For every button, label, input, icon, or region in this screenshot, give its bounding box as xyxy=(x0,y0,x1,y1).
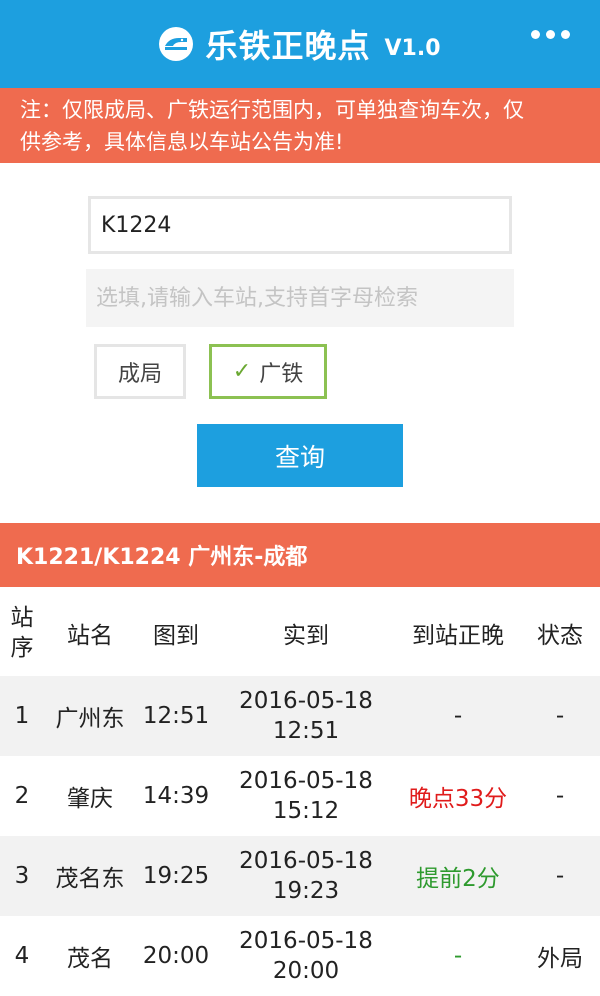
option-guang-checkbox[interactable]: ✓ 广铁 xyxy=(209,344,327,399)
app-title: 乐铁正晚点 xyxy=(205,27,371,65)
row-actual-date: 2016-05-18 xyxy=(239,928,373,954)
row-seq: 2 xyxy=(0,756,44,836)
col-delay: 到站正晚 xyxy=(412,623,504,649)
station-input[interactable] xyxy=(86,269,514,327)
table-row: 3 茂名东 19:25 2016-05-18 19:23 提前2分 - xyxy=(0,836,600,916)
option-guang-label: 广铁 xyxy=(259,361,304,387)
row-status: - xyxy=(520,756,600,836)
station-table: 站 序 站名 图到 实到 到站正晚 状态 1 广州东 12:51 2016-05… xyxy=(0,590,600,996)
row-scheduled: 20:00 xyxy=(136,916,216,996)
row-actual-date: 2016-05-18 xyxy=(239,688,373,714)
row-actual-time: 20:00 xyxy=(272,958,340,984)
row-delay: 晚点33分 xyxy=(396,756,520,836)
app-version: V1.0 xyxy=(384,35,441,61)
row-actual-date: 2016-05-18 xyxy=(239,848,373,874)
row-name: 茂名 xyxy=(44,916,136,996)
result-title: K1221/K1224 广州东-成都 xyxy=(0,523,600,587)
table-header-row: 站 序 站名 图到 实到 到站正晚 状态 xyxy=(0,590,600,676)
table-row: 1 广州东 12:51 2016-05-18 12:51 - - xyxy=(0,676,600,756)
notice-line-1: 注：仅限成局、广铁运行范围内，可单独查询车次，仅 xyxy=(20,98,524,122)
row-actual: 2016-05-18 19:23 xyxy=(216,836,396,916)
row-delay: 提前2分 xyxy=(396,836,520,916)
col-seq-line-1: 站 xyxy=(10,605,34,631)
col-seq: 站 序 xyxy=(0,590,44,676)
row-scheduled: 12:51 xyxy=(136,676,216,756)
brand: 乐铁正晚点 V1.0 xyxy=(159,21,441,67)
notice-banner: 注：仅限成局、广铁运行范围内，可单独查询车次，仅 供参考，具体信息以车站公告为准… xyxy=(0,88,600,163)
query-form: 成局 ✓ 广铁 查询 xyxy=(0,163,600,523)
app-header: 乐铁正晚点 V1.0 xyxy=(0,0,600,88)
row-actual: 2016-05-18 12:51 xyxy=(216,676,396,756)
row-actual: 2016-05-18 20:00 xyxy=(216,916,396,996)
row-status: - xyxy=(520,676,600,756)
more-dots-icon[interactable] xyxy=(531,30,570,39)
row-name: 肇庆 xyxy=(44,756,136,836)
col-seq-line-2: 序 xyxy=(10,635,34,661)
row-actual-time: 15:12 xyxy=(272,798,340,824)
row-actual: 2016-05-18 15:12 xyxy=(216,756,396,836)
col-name: 站名 xyxy=(67,623,113,649)
row-status: - xyxy=(520,836,600,916)
row-delay: - xyxy=(396,676,520,756)
row-scheduled: 14:39 xyxy=(136,756,216,836)
row-seq: 1 xyxy=(0,676,44,756)
query-button[interactable]: 查询 xyxy=(197,424,403,487)
row-seq: 4 xyxy=(0,916,44,996)
checkmark-icon: ✓ xyxy=(232,359,252,384)
notice-line-2: 供参考，具体信息以车站公告为准! xyxy=(20,130,344,154)
table-row: 2 肇庆 14:39 2016-05-18 15:12 晚点33分 - xyxy=(0,756,600,836)
col-scheduled: 图到 xyxy=(153,623,199,649)
col-status: 状态 xyxy=(537,623,583,649)
row-name: 茂名东 xyxy=(44,836,136,916)
row-delay: - xyxy=(396,916,520,996)
table-row: 4 茂名 20:00 2016-05-18 20:00 - 外局 xyxy=(0,916,600,996)
row-status: 外局 xyxy=(520,916,600,996)
row-name: 广州东 xyxy=(44,676,136,756)
col-actual: 实到 xyxy=(283,623,329,649)
option-cheng-label: 成局 xyxy=(117,361,162,387)
row-seq: 3 xyxy=(0,836,44,916)
row-actual-time: 19:23 xyxy=(272,878,340,904)
row-scheduled: 19:25 xyxy=(136,836,216,916)
train-logo-icon xyxy=(159,27,194,61)
train-number-input[interactable] xyxy=(88,196,512,254)
row-actual-time: 12:51 xyxy=(272,718,340,744)
row-actual-date: 2016-05-18 xyxy=(239,768,373,794)
option-cheng-checkbox[interactable]: 成局 xyxy=(94,344,186,399)
